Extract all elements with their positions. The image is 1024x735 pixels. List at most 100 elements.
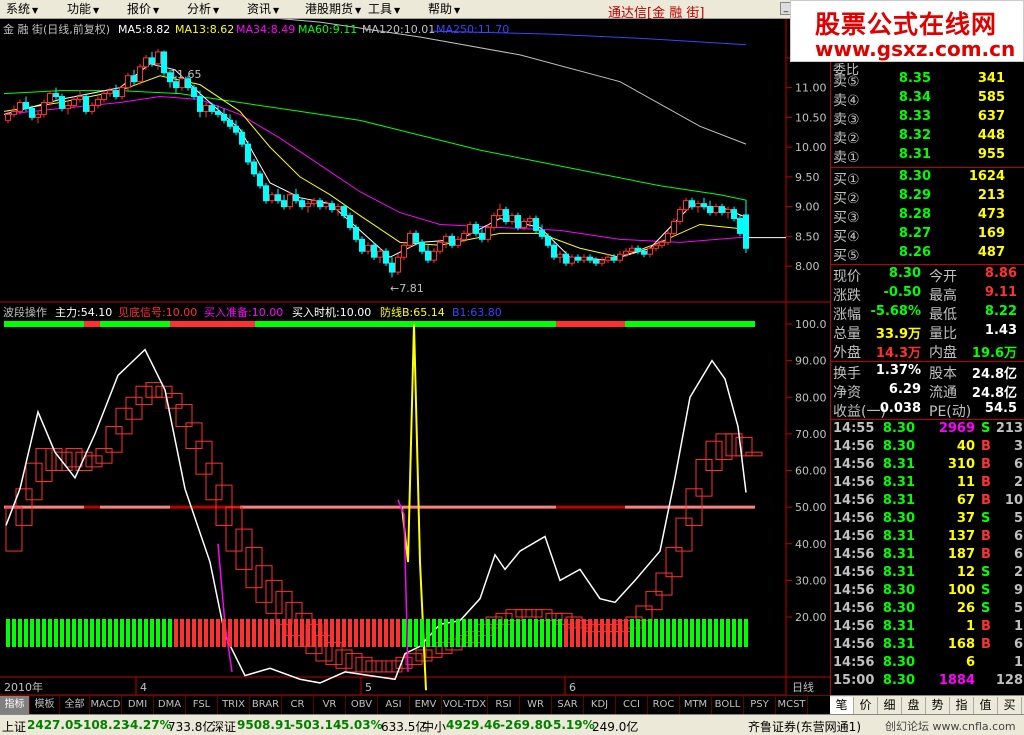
indicator-tab-指标[interactable]: 指标 [0, 696, 30, 714]
indicator-tab-vol-tdx[interactable]: VOL-TDX [442, 696, 488, 714]
candle-body [557, 253, 563, 258]
midline-segment [100, 505, 170, 509]
buy-1-label: 买① [833, 172, 860, 188]
candle-body [347, 215, 353, 228]
indicator-tab-dmi[interactable]: DMI [122, 696, 154, 714]
indicator-tab-roc[interactable]: ROC [648, 696, 680, 714]
indicator-tab-dma[interactable]: DMA [154, 696, 186, 714]
indicator-tab-sar[interactable]: SAR [552, 696, 584, 714]
midline-segment [625, 505, 755, 509]
signal-bar [438, 619, 442, 647]
indicator-tab-boll[interactable]: BOLL [712, 696, 744, 714]
panel-tab-1[interactable]: 价 [854, 697, 878, 714]
buy-5-price: 8.26 [898, 245, 931, 260]
tick-n: 6 [1013, 457, 1023, 472]
stock-name-label: 金 融 街(日线,前复权) [3, 22, 110, 36]
candle-body [89, 104, 95, 112]
menu-0[interactable]: 系统 ▼ [6, 2, 38, 18]
buy-2-label: 买② [833, 191, 860, 207]
fangxian-label: 防线B:65.14 [380, 305, 445, 319]
chart-area[interactable]: 11.5011.0010.5010.009.509.008.508.00 11.… [0, 19, 830, 714]
candle-body [701, 203, 707, 208]
candle-body [521, 221, 527, 228]
candle-body [659, 241, 665, 246]
indicator-tab-emv[interactable]: EMV [410, 696, 442, 714]
menu-label: 港股期货 [305, 2, 354, 16]
candle-body [113, 90, 119, 98]
menu-2[interactable]: 报价 ▼ [127, 2, 159, 18]
panel-tab-0[interactable]: 笔 [830, 697, 854, 714]
signal-bar [528, 619, 532, 647]
stat-1-v1: -0.50 [883, 285, 921, 300]
menu-4[interactable]: 资讯 ▼ [247, 2, 279, 18]
menu-5[interactable]: 港股期货 ▼ [305, 2, 361, 18]
indicator-tab-psy[interactable]: PSY [744, 696, 776, 714]
sell-5-price: 8.35 [898, 71, 931, 86]
indicator-tab-brar[interactable]: BRAR [250, 696, 282, 714]
indicator-tab-asi[interactable]: ASI [378, 696, 410, 714]
panel-tab-3[interactable]: 盘 [902, 697, 926, 714]
tick-v: 12 [956, 565, 975, 580]
indicator-tab-kdj[interactable]: KDJ [584, 696, 616, 714]
candle-body [425, 250, 431, 261]
candle-body [695, 203, 701, 208]
tick-n: 5 [1013, 511, 1023, 526]
signal-bar [288, 619, 292, 647]
indicator-tab-macd[interactable]: MACD [90, 696, 122, 714]
watermark-logo: 股票公式在线网 www.gsxz.com.cn [790, 0, 1024, 62]
panel-tab-5[interactable]: 指 [950, 697, 974, 714]
indicator-tab-模板[interactable]: 模板 [30, 696, 60, 714]
mairu-shiji-label: 买入时机:10.00 [292, 305, 371, 319]
indicator-tab-cci[interactable]: CCI [616, 696, 648, 714]
signal-bar [576, 619, 580, 647]
candle-body [131, 75, 137, 83]
indicator-tab-cr[interactable]: CR [282, 696, 314, 714]
signal-bar [588, 619, 592, 647]
indicator-tab-vr[interactable]: VR [314, 696, 346, 714]
low-price-label: ←7.81 [390, 282, 424, 295]
price-tick-label: 9.00 [795, 201, 820, 214]
candle-body [227, 119, 233, 127]
high-price-label: 11.65 [170, 68, 202, 81]
menu-7[interactable]: 帮助 ▼ [428, 2, 460, 18]
sell-2-price: 8.32 [898, 128, 931, 143]
tick-s: S [981, 511, 991, 526]
indicator-tab-trix[interactable]: TRIX [218, 696, 250, 714]
signal-bar [570, 619, 574, 647]
indicator-tab-mtm[interactable]: MTM [680, 696, 712, 714]
tick-row: 14:56 8.30 40 B 3 [831, 439, 1024, 457]
signal-bar [180, 619, 184, 647]
candle-body [689, 200, 695, 208]
panel-tab-6[interactable]: 值 [974, 697, 998, 714]
status-bar: 上证 2427.05 -108.23 -4.27% 733.8亿 深证 9508… [0, 714, 1024, 735]
candle-body [281, 200, 287, 208]
panel-tab-7[interactable]: 买 [998, 697, 1022, 714]
panel-tab-4[interactable]: 势 [926, 697, 950, 714]
candle-body [365, 244, 371, 252]
indicator-tab-fsl[interactable]: FSL [186, 696, 218, 714]
indicator-tab-rsi[interactable]: RSI [488, 696, 520, 714]
indicator-tab-mcst[interactable]: MCST [776, 696, 808, 714]
indicator-tab-全部[interactable]: 全部 [60, 696, 90, 714]
tick-row: 14:56 8.31 67 B 10 [831, 493, 1024, 511]
menu-1[interactable]: 功能 ▼ [67, 2, 99, 18]
signal-bar [744, 619, 748, 647]
signal-bar [720, 619, 724, 647]
signal-bar [30, 619, 34, 647]
signal-bar [210, 619, 214, 647]
signal-bar [192, 619, 196, 647]
indicator-tab-wr[interactable]: WR [520, 696, 552, 714]
menu-6[interactable]: 工具 ▼ [368, 2, 400, 18]
candle-body [257, 173, 263, 187]
panel-tab-2[interactable]: 细 [878, 697, 902, 714]
signal-bar [246, 619, 250, 647]
candle-body [215, 110, 221, 115]
quote-panel: 委比 卖⑤ 8.35 341 卖④ 8.34 585 卖③ 8.33 637 卖② 8.32 448 卖… [830, 19, 1024, 695]
candle-body [719, 206, 725, 214]
signal-bar [72, 619, 76, 647]
signal-bar [702, 619, 706, 647]
indicator-tab-obv[interactable]: OBV [346, 696, 378, 714]
candle-body [311, 200, 317, 205]
menu-3[interactable]: 分析 ▼ [187, 2, 219, 18]
sz-index-value: 9508.91 [237, 718, 292, 732]
